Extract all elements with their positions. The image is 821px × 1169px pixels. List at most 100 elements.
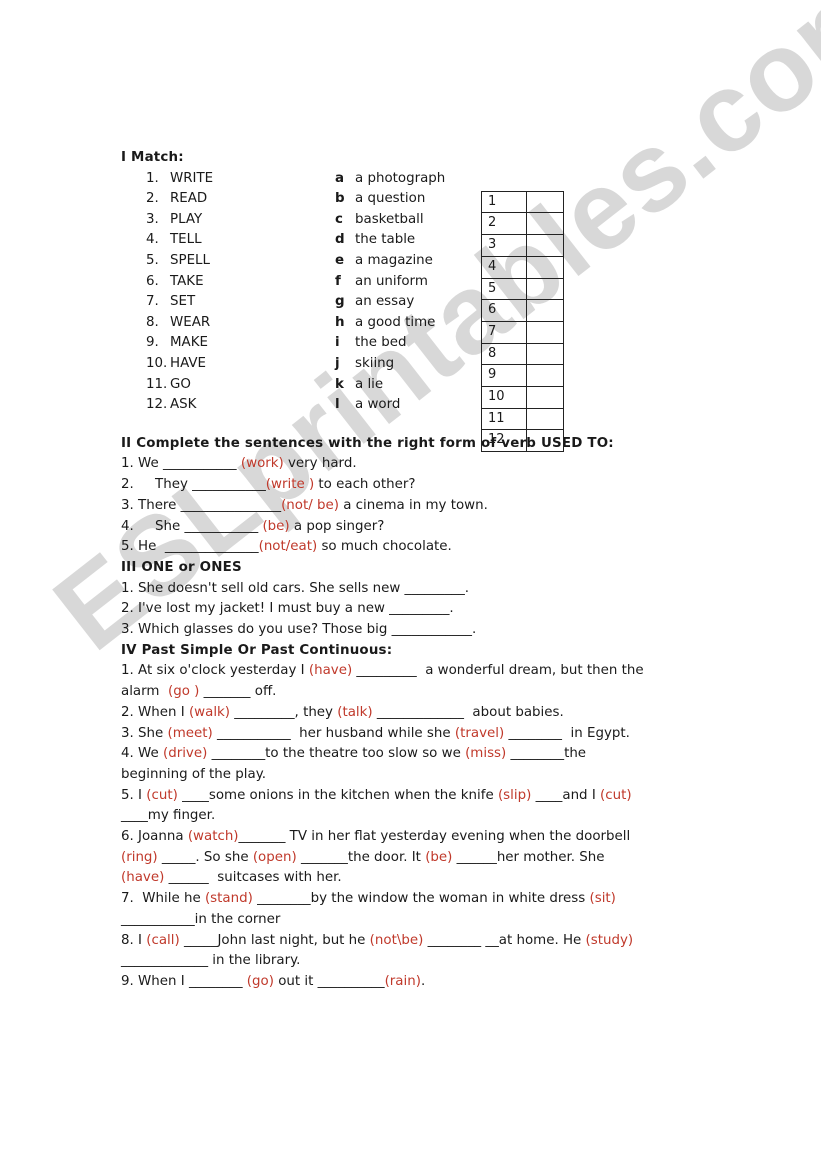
verb-number: 12. xyxy=(146,397,168,413)
phrase-item: k a lie xyxy=(335,375,445,396)
phrase-item: h a good time xyxy=(335,313,445,334)
verb-cue: (slip) xyxy=(497,787,532,803)
answer-number: 9 xyxy=(481,364,527,388)
phrase-item: l a word xyxy=(335,395,445,416)
answer-row: 5 xyxy=(481,277,564,301)
verb-number: 11. xyxy=(146,376,168,392)
verb-cue: (call) xyxy=(146,932,180,948)
answer-number: 6 xyxy=(481,299,527,322)
sentence-line: 6. Joanna (watch)_______ TV in her flat … xyxy=(121,827,721,848)
verb-cue: (open) xyxy=(252,849,297,865)
verb-number: 8. xyxy=(146,314,159,330)
sentence-line: ____my finger. xyxy=(121,806,721,827)
verb-cue: (meet) xyxy=(167,725,213,741)
verb-cue: (stand) xyxy=(204,891,253,907)
phrase-text: a lie xyxy=(355,376,384,392)
verb-cue: (not/ be) xyxy=(281,497,339,513)
phrase-letter: g xyxy=(335,294,345,310)
answer-cell[interactable] xyxy=(526,299,564,322)
answer-cell[interactable] xyxy=(526,342,564,366)
answer-row: 1 xyxy=(481,190,564,214)
sentence-line: (have) ______ suitcases with her. xyxy=(121,868,721,889)
answer-number: 3 xyxy=(481,234,527,257)
verb-cue: (walk) xyxy=(188,704,231,720)
verb-list: 1. WRITE 2. READ 3. PLAY 4. TELL 5. SPELL 6. TAKE 7.… xyxy=(146,169,213,416)
phrase-item: b a question xyxy=(335,189,445,210)
verb-number: 2. xyxy=(146,191,159,207)
answer-cell[interactable] xyxy=(526,364,564,388)
verb-word: HAVE xyxy=(170,356,206,372)
sentence-text: 3. Which glasses do you use? Those big _… xyxy=(121,622,477,638)
sentence-text: ___________in the corner xyxy=(121,911,281,927)
verb-cue: (cut) xyxy=(600,787,632,803)
phrase-letter: j xyxy=(335,356,340,372)
sentence-text: ________by the window the woman in white… xyxy=(252,891,590,907)
section-3-sentences: 1. She doesn't sell old cars. She sells … xyxy=(121,579,721,641)
verb-cue: (miss) xyxy=(465,746,507,762)
verb-number: 7. xyxy=(146,294,159,310)
sentence-line: 1. At six o'clock yesterday I (have) ___… xyxy=(121,661,721,682)
sentence-text: 5. I xyxy=(121,787,147,803)
phrase-item: a a photograph xyxy=(335,169,445,190)
answer-cell[interactable] xyxy=(526,234,564,257)
answer-row: 12 xyxy=(481,429,564,453)
answer-row: 7 xyxy=(481,320,564,344)
answer-cell[interactable] xyxy=(526,277,564,301)
answer-number: 7 xyxy=(481,320,527,344)
phrase-letter: c xyxy=(335,211,343,227)
verb-number: 3. xyxy=(146,211,159,227)
answer-cell[interactable] xyxy=(526,407,564,431)
section-1-title: I Match: xyxy=(121,150,184,165)
verb-number: 4. xyxy=(146,232,159,248)
answer-cell[interactable] xyxy=(526,429,564,453)
verb-item: 8. WEAR xyxy=(146,313,213,334)
sentence-text: ____some onions in the kitchen when the … xyxy=(177,787,498,803)
verb-cue: (talk) xyxy=(337,704,373,720)
sentence-text: so much chocolate. xyxy=(317,539,452,555)
phrase-text: basketball xyxy=(355,211,424,227)
match-exercise: 1. WRITE 2. READ 3. PLAY 4. TELL 5. SPELL 6. TAKE 7.… xyxy=(121,169,721,453)
sentence-text: ________ in Egypt. xyxy=(504,725,630,741)
answer-row: 9 xyxy=(481,364,564,388)
verb-cue: (sit) xyxy=(589,891,616,907)
answer-row: 11 xyxy=(481,407,564,431)
answer-cell[interactable] xyxy=(526,255,564,279)
verb-item: 4. TELL xyxy=(146,230,213,251)
sentence-text: 2. I've lost my jacket! I must buy a new… xyxy=(121,601,454,617)
answer-table: 1 2 3 4 5 6 7 8 9 10 11 12 xyxy=(481,190,564,453)
verb-cue: (rain) xyxy=(384,973,421,989)
verb-word: SET xyxy=(170,294,196,310)
sentence-text: a pop singer? xyxy=(289,518,385,534)
answer-cell[interactable] xyxy=(526,190,564,214)
sentence-line: 7. While he (stand) ________by the windo… xyxy=(121,889,721,910)
answer-number: 11 xyxy=(481,407,527,431)
phrase-letter: d xyxy=(335,232,345,248)
answer-cell[interactable] xyxy=(526,212,564,236)
sentence-text: _____________ in the library. xyxy=(121,953,301,969)
verb-number: 1. xyxy=(146,170,159,186)
sentence-line: 3. Which glasses do you use? Those big _… xyxy=(121,620,721,641)
sentence-line: _____________ in the library. xyxy=(121,951,721,972)
answer-cell[interactable] xyxy=(526,320,564,344)
phrase-text: the table xyxy=(355,232,416,248)
phrase-letter: h xyxy=(335,314,345,330)
verb-number: 9. xyxy=(146,335,159,351)
sentence-line: 3. She (meet) ___________ her husband wh… xyxy=(121,724,721,745)
phrase-text: skiing xyxy=(355,356,395,372)
sentence-text: _________ a wonderful dream, but then th… xyxy=(352,663,644,679)
verb-item: 7. SET xyxy=(146,292,213,313)
answer-cell[interactable] xyxy=(526,386,564,409)
phrase-letter: i xyxy=(335,335,340,351)
sentence-line: alarm (go ) _______ off. xyxy=(121,682,721,703)
section-2-sentences: 1. We ___________ (work) very hard. 2. Th… xyxy=(121,454,721,558)
sentence-text: 2. When I xyxy=(121,704,189,720)
verb-cue: (study) xyxy=(585,932,634,948)
sentence-text: _____John last night, but he xyxy=(179,932,370,948)
sentence-line: 2. They ___________(write ) to each othe… xyxy=(121,475,721,496)
phrase-text: an essay xyxy=(355,294,415,310)
phrase-letter: f xyxy=(335,273,341,289)
phrase-item: c basketball xyxy=(335,210,445,231)
verb-item: 11. GO xyxy=(146,375,213,396)
sentence-line: 4. We (drive) ________to the theatre too… xyxy=(121,744,721,765)
phrase-item: j skiing xyxy=(335,354,445,375)
